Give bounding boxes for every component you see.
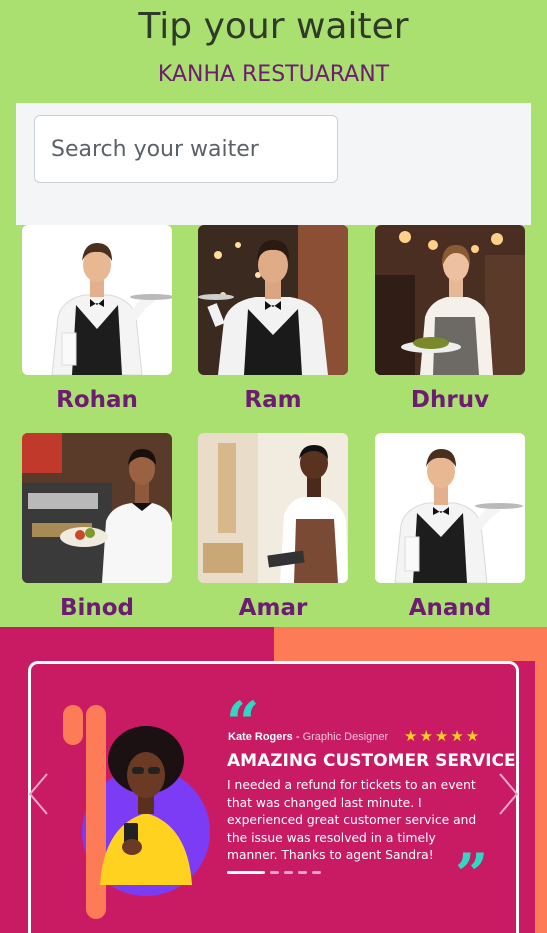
star-rating: ★★★★★ (404, 728, 482, 745)
waiter-photo-ram[interactable] (198, 225, 348, 375)
reviewer-role: Graphic Designer (302, 731, 389, 743)
reviewer-separator: - (292, 731, 303, 743)
page-title: Tip your waiter (138, 6, 409, 47)
carousel-dot-1[interactable] (227, 871, 265, 874)
carousel-prev-button[interactable] (27, 772, 51, 816)
carousel-next-button[interactable] (496, 772, 520, 816)
waiter-card-rohan[interactable]: Rohan (21, 225, 173, 413)
reviewer-name: Kate Rogers (228, 731, 293, 743)
decor-orange-side (535, 627, 547, 933)
carousel-dot-5[interactable] (312, 871, 321, 874)
waiter-card-anand[interactable]: Anand (374, 433, 526, 621)
chevron-left-icon (28, 773, 48, 815)
waiter-photo-rohan[interactable] (22, 225, 172, 375)
quote-close-icon: ” (455, 841, 489, 909)
waiter-photo-anand[interactable] (375, 433, 525, 583)
waiter-card-dhruv[interactable]: Dhruv (374, 225, 526, 413)
reviewer-info: Kate Rogers - Graphic Designer (228, 731, 388, 743)
chevron-right-icon (499, 773, 519, 815)
reviewer-illustration (63, 705, 210, 919)
waiter-name[interactable]: Dhruv (374, 387, 526, 413)
waiter-name[interactable]: Amar (197, 595, 349, 621)
waiter-photo-binod[interactable] (22, 433, 172, 583)
waiter-card-binod[interactable]: Binod (21, 433, 173, 621)
quote-open-icon: “ (226, 689, 260, 757)
waiter-name[interactable]: Ram (197, 387, 349, 413)
carousel-dot-2[interactable] (270, 871, 279, 874)
waiter-photo-dhruv[interactable] (375, 225, 525, 375)
waiter-card-amar[interactable]: Amar (197, 433, 349, 621)
testimonial-text: I needed a refund for tickets to an even… (227, 778, 477, 862)
search-panel (16, 103, 531, 225)
waiter-name[interactable]: Binod (21, 595, 173, 621)
search-input[interactable] (34, 115, 338, 183)
restaurant-name: KANHA RESTUARANT (157, 62, 390, 87)
waiter-photo-amar[interactable] (198, 433, 348, 583)
carousel-dot-3[interactable] (284, 871, 293, 874)
testimonial-headline: AMAZING CUSTOMER SERVICE (227, 751, 516, 771)
waiter-card-ram[interactable]: Ram (197, 225, 349, 413)
decor-orange-corner (274, 627, 547, 661)
carousel-dot-4[interactable] (298, 871, 307, 874)
waiter-name[interactable]: Anand (374, 595, 526, 621)
carousel-indicators (227, 871, 321, 874)
waiter-name[interactable]: Rohan (21, 387, 173, 413)
